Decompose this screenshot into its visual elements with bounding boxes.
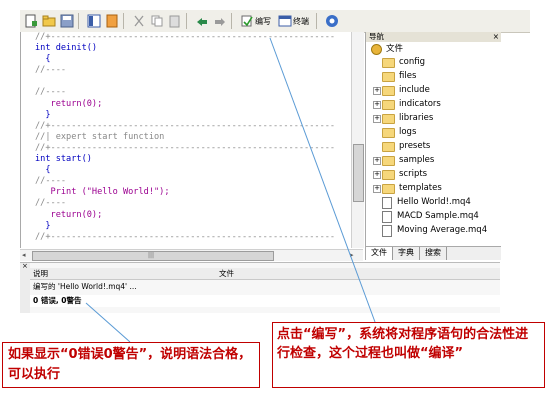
connector-line-right bbox=[269, 37, 376, 323]
annotation-callout-left: 如果显示“0错误0警告”，说明语法合格，可以执行 bbox=[2, 342, 260, 388]
annotation-callout-right: 点击“编写”，系统将对程序语句的合法性进行检查，这个过程也叫做“编译” bbox=[272, 322, 545, 388]
annotation-text-right: 点击“编写”，系统将对程序语句的合法性进行检查，这个过程也叫做“编译” bbox=[277, 327, 529, 361]
connector-line-left bbox=[85, 302, 131, 343]
annotation-text-left: 如果显示“0错误0警告”，说明语法合格，可以执行 bbox=[8, 347, 252, 382]
